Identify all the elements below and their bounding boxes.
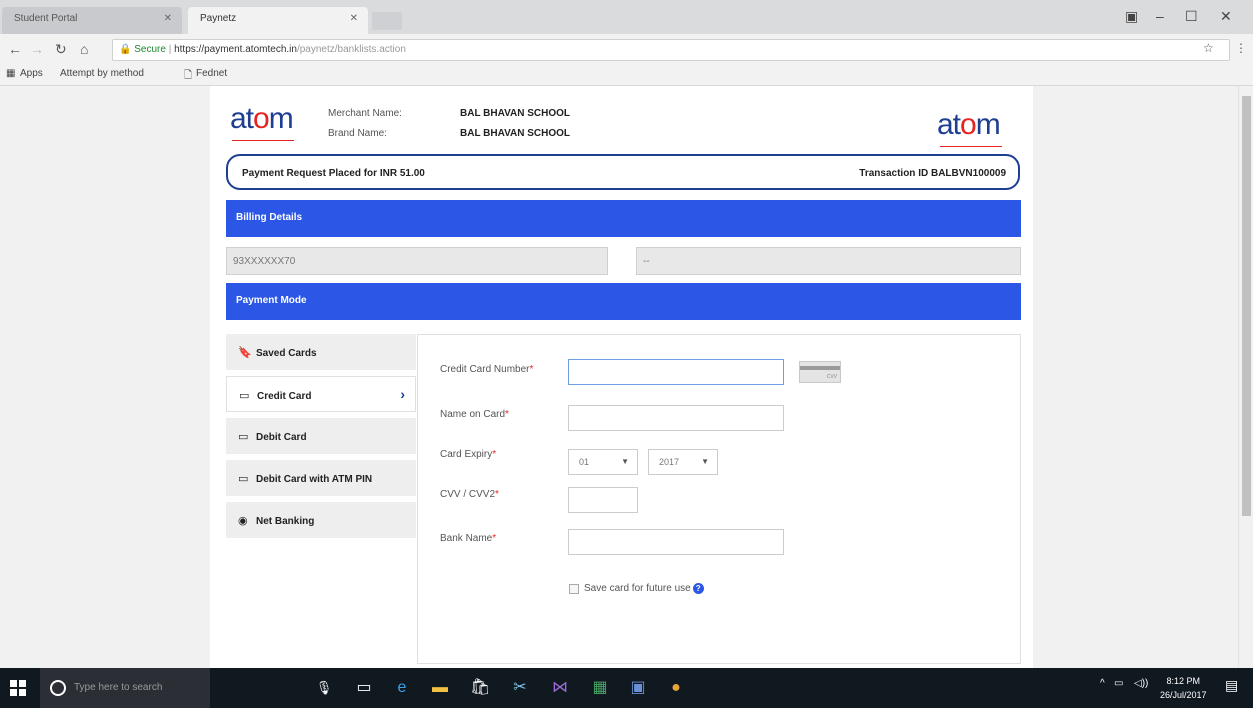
minimize-icon[interactable]: – bbox=[1156, 8, 1164, 24]
microphone-icon[interactable]: 🎙 bbox=[314, 678, 334, 698]
notifications-icon[interactable]: ▤ bbox=[1225, 677, 1238, 694]
merchant-name-value: BAL BHAVAN SCHOOL bbox=[460, 108, 570, 119]
expiry-label: Card Expiry* bbox=[440, 449, 497, 460]
chrome-icon[interactable]: ● bbox=[666, 678, 686, 698]
snipping-icon[interactable]: ✂ bbox=[510, 678, 530, 698]
billing-details-header: Billing Details bbox=[226, 200, 1021, 237]
expiry-year-select[interactable]: 2017 ▼ bbox=[648, 449, 718, 475]
tab-label: Paynetz bbox=[200, 13, 237, 24]
payment-panel: atom Merchant Name: BAL BHAVAN SCHOOL Br… bbox=[210, 86, 1033, 668]
url-input[interactable]: 🔒 Secure | https://payment.atomtech.in/p… bbox=[112, 39, 1230, 61]
secure-label: Secure bbox=[134, 44, 166, 55]
save-card-checkbox[interactable] bbox=[569, 584, 579, 594]
card-number-input[interactable] bbox=[568, 359, 784, 385]
clock[interactable]: 8:12 PM 26/Jul/2017 bbox=[1160, 674, 1207, 702]
back-icon[interactable]: ← bbox=[8, 41, 22, 57]
save-card-label: Save card for future use? bbox=[584, 583, 704, 594]
help-icon[interactable]: ? bbox=[692, 583, 704, 594]
mode-debit-atm-pin[interactable]: ▭ Debit Card with ATM PIN bbox=[226, 460, 416, 496]
payment-request-box: Payment Request Placed for INR 51.00 Tra… bbox=[226, 154, 1020, 190]
bank-name-label: Bank Name* bbox=[440, 533, 497, 544]
file-explorer-icon[interactable]: ▬ bbox=[430, 678, 450, 698]
atom-logo-right: atom bbox=[937, 108, 1001, 141]
credit-card-icon: CVV bbox=[799, 361, 841, 383]
page-scrollbar[interactable] bbox=[1238, 86, 1253, 668]
card-icon: ▭ bbox=[239, 390, 250, 402]
globe-icon: ◉ bbox=[238, 515, 248, 527]
name-label: Name on Card* bbox=[440, 409, 509, 420]
mode-debit-card[interactable]: ▭ Debit Card bbox=[226, 418, 416, 454]
credit-card-form: Credit Card Number* CVV Name on Card* Ca… bbox=[417, 334, 1021, 664]
bookmark-fednet[interactable]: Fednet bbox=[196, 68, 227, 79]
volume-icon[interactable]: ◁)) bbox=[1134, 678, 1148, 689]
chevron-down-icon: ▼ bbox=[701, 457, 709, 466]
payment-mode-header: Payment Mode bbox=[226, 283, 1021, 320]
address-bar: ← → ↻ ⌂ 🔒 Secure | https://payment.atomt… bbox=[0, 34, 1253, 64]
merchant-name-label: Merchant Name: bbox=[328, 108, 402, 119]
forward-icon[interactable]: → bbox=[30, 41, 44, 57]
lock-icon: 🔒 bbox=[119, 44, 132, 55]
tab-label: Student Portal bbox=[14, 13, 78, 24]
network-icon[interactable]: ▭ bbox=[1114, 678, 1123, 689]
page-viewport: atom Merchant Name: BAL BHAVAN SCHOOL Br… bbox=[0, 86, 1238, 668]
scroll-thumb[interactable] bbox=[1242, 96, 1251, 516]
windows-taskbar: Type here to search 🎙 ▭ e ▬ 🛍 ✂ ⋈ ▦ ▣ ● … bbox=[0, 668, 1253, 708]
cvv-input[interactable] bbox=[568, 487, 638, 513]
new-tab-button[interactable] bbox=[372, 12, 402, 30]
windows-start-icon[interactable] bbox=[10, 680, 26, 696]
name-on-card-input[interactable] bbox=[568, 405, 784, 431]
expiry-month-select[interactable]: 01 ▼ bbox=[568, 449, 638, 475]
edge-icon[interactable]: e bbox=[392, 678, 412, 698]
tray-chevron-icon[interactable]: ^ bbox=[1100, 678, 1105, 689]
brand-name-value: BAL BHAVAN SCHOOL bbox=[460, 128, 570, 139]
profile-icon[interactable]: ▣ bbox=[1125, 8, 1138, 25]
mode-net-banking[interactable]: ◉ Net Banking bbox=[226, 502, 416, 538]
logo-underline bbox=[940, 146, 1002, 147]
bookmark-attempt[interactable]: Attempt by method bbox=[60, 68, 144, 79]
excel-icon[interactable]: ▦ bbox=[590, 678, 610, 698]
apps-icon[interactable]: ▦ bbox=[6, 68, 15, 79]
billing-email-field: -- bbox=[636, 247, 1021, 275]
cortana-icon bbox=[50, 680, 66, 696]
menu-icon[interactable]: ⋮ bbox=[1235, 41, 1247, 55]
chevron-down-icon: ▼ bbox=[621, 457, 629, 466]
visual-studio-icon[interactable]: ⋈ bbox=[550, 678, 570, 698]
taskbar-search[interactable]: Type here to search bbox=[40, 668, 210, 708]
page-icon: 🗋 bbox=[184, 70, 193, 81]
chevron-right-icon: › bbox=[400, 386, 405, 402]
url-main: https://payment.atomtech.in bbox=[174, 44, 297, 55]
card-icon: ▭ bbox=[238, 431, 249, 443]
billing-phone-field: 93XXXXXX70 bbox=[226, 247, 608, 275]
tab-student-portal[interactable]: Student Portal ✕ bbox=[2, 7, 182, 34]
bookmark-icon: 🔖 bbox=[238, 347, 252, 359]
star-icon[interactable]: ☆ bbox=[1203, 41, 1214, 55]
payment-request-text: Payment Request Placed for INR 51.00 bbox=[242, 168, 425, 179]
task-view-icon[interactable]: ▭ bbox=[354, 678, 374, 698]
store-icon[interactable]: 🛍 bbox=[470, 678, 490, 698]
card-number-label: Credit Card Number* bbox=[440, 364, 534, 375]
atom-logo-left: atom bbox=[230, 102, 294, 135]
transaction-id: Transaction ID BALBVN100009 bbox=[859, 168, 1006, 179]
mode-saved-cards[interactable]: 🔖 Saved Cards bbox=[226, 334, 416, 370]
bookmarks-bar: ▦ Apps Attempt by method 🗋 Fednet bbox=[0, 64, 1253, 86]
home-icon[interactable]: ⌂ bbox=[80, 41, 88, 57]
tab-paynetz[interactable]: Paynetz ✕ bbox=[188, 7, 368, 34]
bank-name-input[interactable] bbox=[568, 529, 784, 555]
close-icon[interactable]: ✕ bbox=[350, 13, 358, 24]
cvv-label: CVV / CVV2* bbox=[440, 489, 499, 500]
close-window-icon[interactable]: ✕ bbox=[1220, 8, 1232, 25]
reload-icon[interactable]: ↻ bbox=[55, 41, 67, 58]
url-path: /paynetz/banklists.action bbox=[296, 44, 406, 55]
browser-tab-bar: Student Portal ✕ Paynetz ✕ ▣ – ☐ ✕ bbox=[0, 0, 1253, 34]
close-icon[interactable]: ✕ bbox=[164, 13, 172, 24]
card-icon: ▭ bbox=[238, 473, 249, 485]
app-icon[interactable]: ▣ bbox=[628, 678, 648, 698]
maximize-icon[interactable]: ☐ bbox=[1185, 8, 1198, 25]
mode-credit-card[interactable]: ▭ Credit Card › bbox=[226, 376, 416, 412]
brand-name-label: Brand Name: bbox=[328, 128, 387, 139]
bookmark-apps[interactable]: Apps bbox=[20, 68, 43, 79]
logo-underline bbox=[232, 140, 294, 141]
